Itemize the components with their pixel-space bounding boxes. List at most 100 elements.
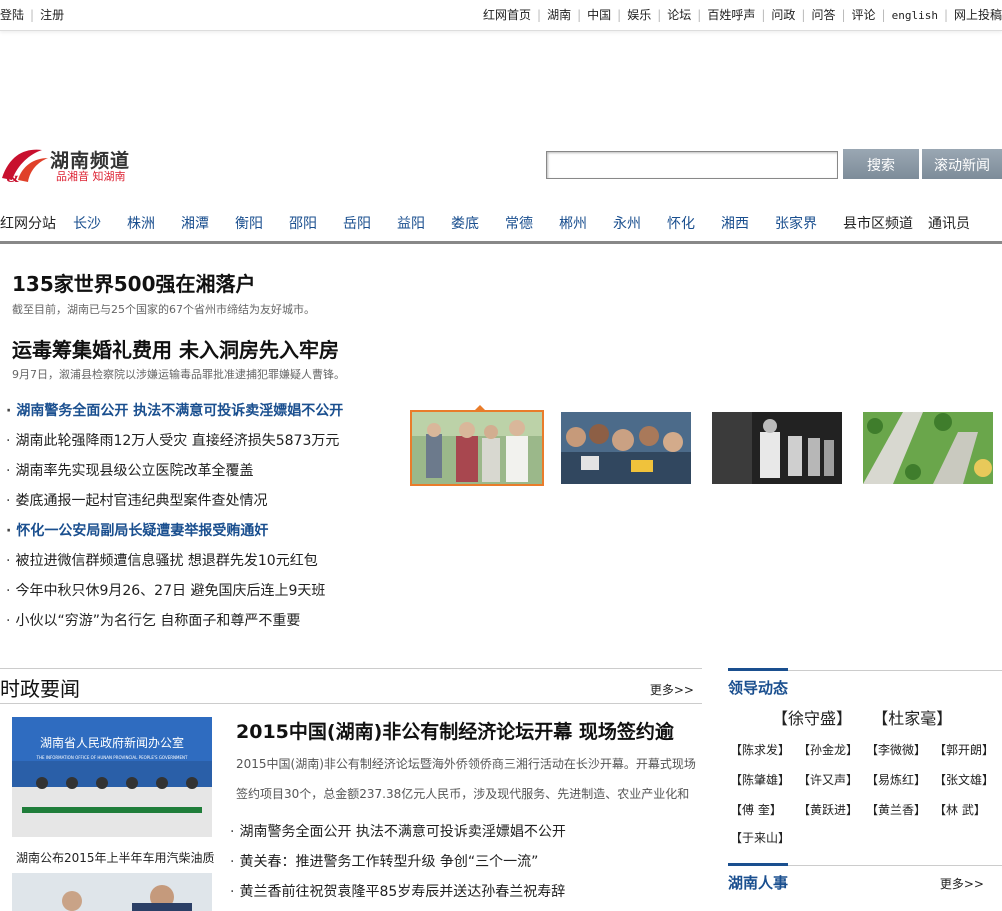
list-item[interactable]: · 黄关春：推进警务工作转型升级 争创“三个一流” (230, 849, 566, 879)
leader-link[interactable]: 【傅 奎】 (730, 801, 782, 818)
news-link[interactable]: 湖南警务全面公开 执法不满意可投诉卖淫嫖娼不公开 (239, 824, 565, 840)
separator: | (657, 8, 662, 22)
site-logo[interactable]: & 湖南频道 品湘音 知湖南 (0, 144, 145, 184)
nav-wenda[interactable]: 问答 (811, 8, 835, 22)
more-link[interactable]: 更多>> (650, 681, 694, 698)
nav-forum[interactable]: 论坛 (667, 8, 691, 22)
correspondent-link[interactable]: 通讯员 (928, 213, 970, 233)
list-item[interactable]: · 黄兰香前往祝贺袁隆平85岁寿辰并送达孙春兰祝寿辞 (230, 879, 566, 909)
list-item[interactable]: · 娄底通报一起村官违纪典型案件查处情况 (6, 491, 406, 521)
list-item[interactable]: · 湖南此轮强降雨12万人受灾 直接经济损失5873万元 (6, 431, 406, 461)
nav-china[interactable]: 中国 (587, 8, 611, 22)
nav-english[interactable]: english (892, 9, 938, 22)
photo-caption[interactable]: 湖南公布2015年上半年车用汽柴油质 (16, 849, 215, 866)
headline-title[interactable]: 运毒筹集婚礼费用 未入洞房先入牢房 (12, 334, 339, 363)
leaders-title[interactable]: 领导动态 (728, 668, 789, 698)
nav-wenzheng[interactable]: 问政 (771, 8, 795, 22)
city-link[interactable]: 郴州 (559, 213, 587, 233)
leader-link[interactable]: 【孙金龙】 (798, 741, 858, 758)
nav-voice[interactable]: 百姓呼声 (707, 8, 755, 22)
city-link[interactable]: 怀化 (667, 213, 695, 233)
bullet: · (6, 463, 11, 479)
headline-title[interactable]: 135家世界500强在湘落户 (12, 268, 256, 297)
list-item[interactable]: · 湖南警务全面公开 执法不满意可投诉卖淫嫖娼不公开 (6, 401, 406, 431)
city-link[interactable]: 邵阳 (289, 213, 317, 233)
leader-link[interactable]: 【陈肇雄】 (730, 771, 790, 788)
city-link[interactable]: 岳阳 (343, 213, 371, 233)
section-header: 时政要闻 更多>> (0, 668, 702, 704)
city-link[interactable]: 湘西 (721, 213, 749, 233)
separator: | (697, 8, 702, 22)
city-link[interactable]: 株洲 (127, 213, 155, 233)
city-link[interactable]: 永州 (613, 213, 641, 233)
register-link[interactable]: 注册 (40, 8, 64, 22)
scroll-news-button[interactable]: 滚动新闻 (922, 149, 1002, 179)
leader-link[interactable]: 【杜家毫】 (872, 709, 952, 728)
bullet: · (6, 613, 11, 629)
leaders-header: 领导动态 (728, 668, 1002, 699)
county-channel-link[interactable]: 县市区频道 (843, 213, 913, 233)
leader-link[interactable]: 【于来山】 (730, 829, 790, 846)
personnel-title[interactable]: 湖南人事 (728, 863, 789, 893)
account-links: 登陆 | 注册 (0, 6, 64, 23)
nav-ent[interactable]: 娱乐 (627, 8, 651, 22)
nav-submit[interactable]: 网上投稿 (954, 8, 1002, 22)
leader-link[interactable]: 【黄兰香】 (866, 801, 926, 818)
list-item[interactable]: · 怀化一公安局副局长疑遭妻举报受贿通奸 (6, 521, 406, 551)
thumbnail-park-photo[interactable] (863, 412, 993, 484)
separator: | (577, 8, 582, 22)
news-link[interactable]: 黄兰香前往祝贺袁隆平85岁寿辰并送达孙春兰祝寿辞 (239, 884, 565, 900)
thumbnail-officials-photo[interactable] (410, 410, 544, 486)
city-link[interactable]: 张家界 (775, 213, 817, 233)
rednet-logo-icon: & (2, 149, 48, 184)
leader-link[interactable]: 【林 武】 (934, 801, 986, 818)
press-conference-photo[interactable]: 湖南省人民政府新闻办公室 THE INFORMATION OFFICE OF H… (12, 717, 212, 837)
leader-link[interactable]: 【易炼红】 (866, 771, 926, 788)
leader-link[interactable]: 【李微微】 (866, 741, 926, 758)
list-item[interactable]: · 今年中秋只休9月26、27日 避免国庆后连上9天班 (6, 581, 406, 611)
section-title: 时政要闻 (0, 677, 80, 701)
news-link[interactable]: 娄底通报一起村官违纪典型案件查处情况 (15, 493, 267, 509)
thumbnail-police-photo[interactable] (712, 412, 842, 484)
separator: | (841, 8, 846, 22)
leader-link[interactable]: 【郭开朗】 (934, 741, 994, 758)
nav-home[interactable]: 红网首页 (483, 8, 531, 22)
leader-link[interactable]: 【徐守盛】 (772, 709, 852, 728)
city-link[interactable]: 长沙 (73, 213, 101, 233)
city-link[interactable]: 益阳 (397, 213, 425, 233)
news-link[interactable]: 湖南此轮强降雨12万人受灾 直接经济损失5873万元 (15, 433, 339, 449)
search-input[interactable] (546, 151, 838, 179)
leader-link[interactable]: 【许又声】 (798, 771, 858, 788)
login-link[interactable]: 登陆 (0, 8, 24, 22)
news-link[interactable]: 湖南警务全面公开 执法不满意可投诉卖淫嫖娼不公开 (16, 403, 343, 419)
news-link[interactable]: 被拉进微信群频遭信息骚扰 想退群先发10元红包 (15, 553, 317, 569)
news-link[interactable]: 怀化一公安局副局长疑遭妻举报受贿通奸 (16, 523, 268, 539)
separator: | (537, 8, 542, 22)
leader-link[interactable]: 【张文雄】 (934, 771, 994, 788)
news-link[interactable]: 今年中秋只休9月26、27日 避免国庆后连上9天班 (15, 583, 325, 599)
city-link[interactable]: 衡阳 (235, 213, 263, 233)
separator: | (761, 8, 766, 22)
leader-link[interactable]: 【黄跃进】 (798, 801, 858, 818)
lead-story-title[interactable]: 2015中国(湖南)非公有制经济论坛开幕 现场签约逾 (236, 717, 674, 744)
leader-link[interactable]: 【陈求发】 (730, 741, 790, 758)
city-link[interactable]: 湘潭 (181, 213, 209, 233)
thumbnail-crowd-photo[interactable] (561, 412, 691, 484)
list-item[interactable]: · 被拉进微信群频遭信息骚扰 想退群先发10元红包 (6, 551, 406, 581)
nav-comment[interactable]: 评论 (852, 8, 876, 22)
news-link[interactable]: 小伙以“穷游”为名行乞 自称面子和尊严不重要 (15, 613, 300, 629)
more-link[interactable]: 更多>> (940, 875, 984, 892)
city-link[interactable]: 常德 (505, 213, 533, 233)
search-button[interactable]: 搜索 (843, 149, 919, 179)
photo-banner-text: 湖南省人民政府新闻办公室 (40, 735, 184, 750)
list-item[interactable]: · 湖南率先实现县级公立医院改革全覆盖 (6, 461, 406, 491)
nav-hunan[interactable]: 湖南 (547, 8, 571, 22)
meeting-photo[interactable] (12, 873, 212, 911)
list-item[interactable]: · 小伙以“穷游”为名行乞 自称面子和尊严不重要 (6, 611, 406, 641)
bullet: · (6, 553, 11, 569)
bullet: · (230, 884, 235, 900)
news-link[interactable]: 黄关春：推进警务工作转型升级 争创“三个一流” (239, 854, 538, 870)
list-item[interactable]: · 湖南警务全面公开 执法不满意可投诉卖淫嫖娼不公开 (230, 819, 566, 849)
city-link[interactable]: 娄底 (451, 213, 479, 233)
news-link[interactable]: 湖南率先实现县级公立医院改革全覆盖 (15, 463, 253, 479)
